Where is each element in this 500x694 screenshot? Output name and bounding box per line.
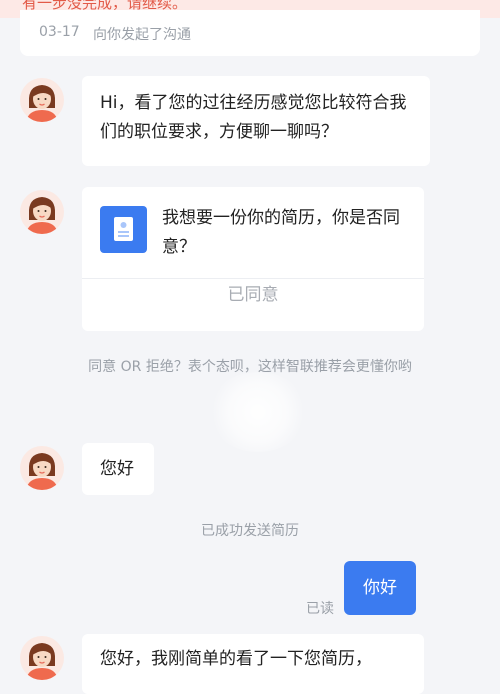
resume-request-card: 我想要一份你的简历，你是否同意？ 已同意 <box>82 187 424 331</box>
recruiter-avatar[interactable] <box>20 190 64 234</box>
resume-sent-status: 已成功发送简历 <box>201 523 299 539</box>
message-text: 您好 <box>100 459 134 479</box>
agreed-button[interactable]: 已同意 <box>82 279 424 333</box>
glare <box>208 372 308 452</box>
message-text: Hi，看了您的过往经历感觉您比较符合我们的职位要求，方便聊一聊吗？ <box>100 93 407 142</box>
incoming-message[interactable]: Hi，看了您的过往经历感觉您比较符合我们的职位要求，方便聊一聊吗？ <box>82 76 430 166</box>
header-date: 03-17 <box>39 24 80 40</box>
recruiter-avatar[interactable] <box>20 446 64 490</box>
card-text: 我想要一份你的简历，你是否同意？ <box>162 208 400 257</box>
outgoing-message[interactable]: 你好 <box>344 561 416 615</box>
recruiter-avatar[interactable] <box>20 78 64 122</box>
recruiter-avatar[interactable] <box>20 636 64 680</box>
header-description: 向你发起了沟通 <box>93 27 191 43</box>
message-text: 您好，我刚简单的看了一下您简历， <box>100 649 372 669</box>
read-status: 已读 <box>306 601 334 617</box>
chat-header-card: 03-17 向你发起了沟通 <box>20 10 480 56</box>
incoming-message[interactable]: 您好 <box>82 443 154 495</box>
resume-doc-icon <box>100 206 147 253</box>
incoming-message[interactable]: 您好，我刚简单的看了一下您简历， <box>82 634 424 694</box>
